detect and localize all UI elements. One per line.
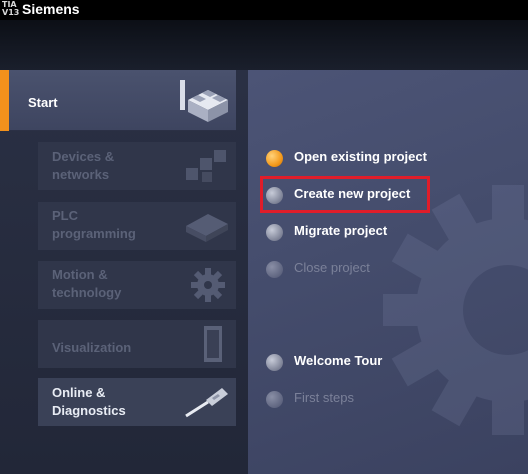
gear-background-icon bbox=[383, 185, 528, 435]
nav-start-label: Start bbox=[28, 95, 58, 110]
nav-devices-networks-label-2: networks bbox=[52, 167, 110, 182]
nav-motion-technology-label-1: Motion & bbox=[52, 267, 108, 282]
motion-gear-icon bbox=[191, 268, 225, 302]
nav-devices-networks[interactable]: Devices & networks bbox=[38, 142, 236, 190]
nav-visualization-label: Visualization bbox=[52, 340, 132, 355]
nav-online-diagnostics-label-2: Diagnostics bbox=[52, 403, 126, 418]
nav-motion-technology[interactable]: Motion & technology bbox=[38, 261, 236, 309]
open-existing-project-label: Open existing project bbox=[294, 149, 427, 164]
start-actions-panel bbox=[248, 70, 528, 474]
nav-start[interactable]: Start bbox=[0, 70, 236, 131]
tia-portal-logo-icon: TIA V13 bbox=[2, 0, 20, 17]
migrate-project-label: Migrate project bbox=[294, 223, 388, 238]
devices-networks-icon bbox=[186, 150, 226, 182]
nav-plc-programming-label-1: PLC bbox=[52, 208, 78, 223]
nav-motion-technology-label-2: technology bbox=[52, 285, 122, 300]
bullet-icon bbox=[266, 224, 283, 241]
first-steps-label: First steps bbox=[294, 390, 354, 405]
welcome-tour-label: Welcome Tour bbox=[294, 353, 383, 368]
window-title: Siemens bbox=[22, 1, 80, 17]
visualization-panel-icon bbox=[204, 326, 222, 362]
bullet-icon bbox=[266, 150, 283, 167]
nav-online-diagnostics[interactable]: Online & Diagnostics bbox=[38, 378, 236, 426]
nav-plc-programming-label-2: programming bbox=[52, 226, 136, 241]
bullet-icon bbox=[266, 391, 283, 408]
header-band bbox=[0, 20, 528, 70]
highlight-box bbox=[260, 176, 430, 213]
factory-icon bbox=[180, 80, 228, 122]
screwdriver-icon bbox=[185, 388, 228, 418]
nav-devices-networks-label-1: Devices & bbox=[52, 149, 115, 164]
bullet-icon bbox=[266, 354, 283, 371]
nav-plc-programming[interactable]: PLC programming bbox=[38, 202, 236, 250]
nav-visualization[interactable]: Visualization bbox=[38, 320, 236, 368]
active-indicator bbox=[0, 70, 9, 131]
nav-online-diagnostics-label-1: Online & bbox=[52, 385, 106, 400]
title-bar: TIA V13 Siemens bbox=[0, 0, 528, 20]
close-project-label: Close project bbox=[294, 260, 370, 275]
plc-programming-icon bbox=[186, 214, 228, 242]
bullet-icon bbox=[266, 261, 283, 278]
